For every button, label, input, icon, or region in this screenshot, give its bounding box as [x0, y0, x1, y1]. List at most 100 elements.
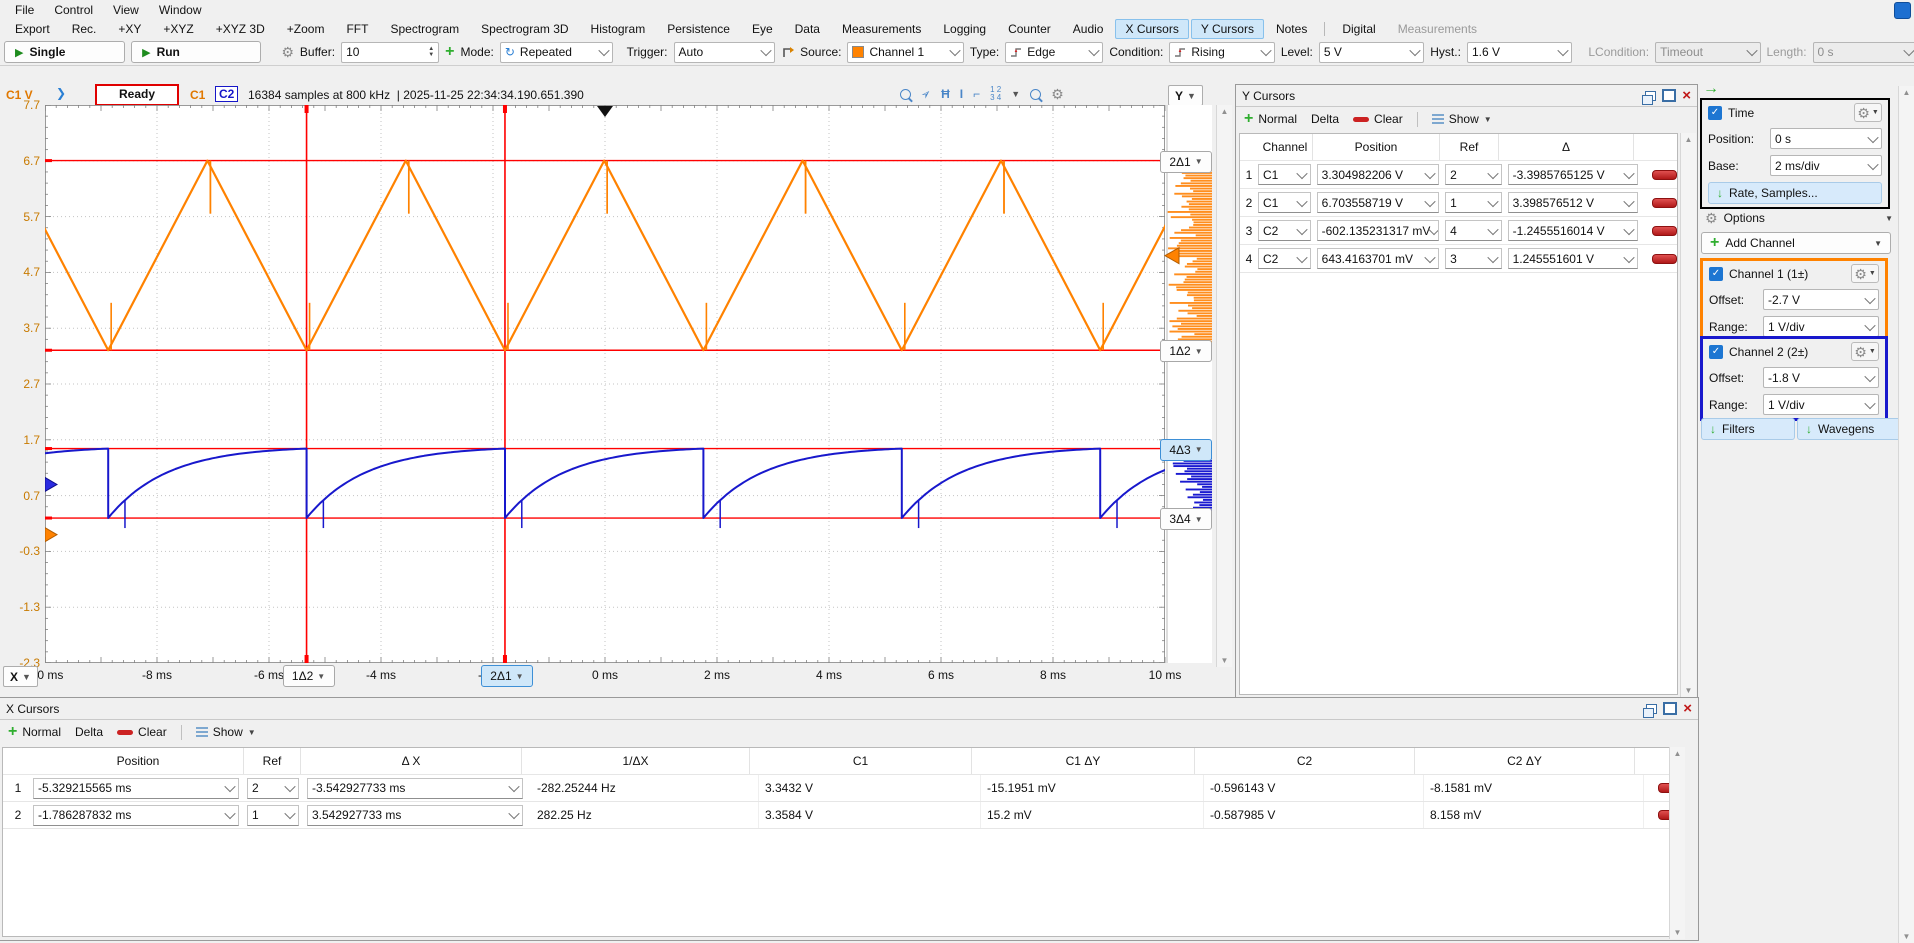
pointer-icon[interactable]: ➢: [918, 85, 935, 102]
run-button[interactable]: ▶ Run: [131, 41, 261, 63]
zoom-fit-icon[interactable]: [1030, 89, 1041, 100]
vertical-ruler-icon[interactable]: Ι: [960, 87, 963, 101]
add-channel-button[interactable]: +Add Channel▼: [1701, 232, 1891, 254]
x-show-menu[interactable]: Show▼: [196, 725, 256, 739]
tab-fft[interactable]: FFT: [336, 19, 378, 39]
y-channel-select[interactable]: C2: [1258, 220, 1311, 241]
tab-data[interactable]: Data: [785, 19, 830, 39]
plot-gear-icon[interactable]: ⚙: [1051, 88, 1064, 100]
menu-control[interactable]: Control: [45, 2, 102, 18]
y-delta-select[interactable]: -1.2455516014 V: [1508, 220, 1638, 241]
tab-export[interactable]: Export: [5, 19, 60, 39]
y-delta-select[interactable]: -3.3985765125 V: [1508, 164, 1638, 185]
y-ref-select[interactable]: 3: [1445, 248, 1502, 269]
y-table-scrollbar[interactable]: ▲▼: [1680, 133, 1696, 697]
time-position-select[interactable]: 0 s: [1770, 128, 1882, 149]
y-show-menu[interactable]: Show▼: [1432, 112, 1492, 126]
tab--xy[interactable]: +XY: [108, 19, 151, 39]
x-add-normal-button[interactable]: +Normal: [8, 725, 61, 739]
tab--xyz-3d[interactable]: +XYZ 3D: [206, 19, 275, 39]
chevron-down-icon[interactable]: ▼: [1011, 89, 1020, 99]
plot-vertical-scrollbar[interactable]: ▲▼: [1216, 105, 1232, 667]
hysteresis-select[interactable]: 1.6 V: [1467, 42, 1572, 63]
x-add-delta-button[interactable]: Delta: [75, 725, 103, 739]
y-delta-button-1Δ2[interactable]: 1Δ2▼: [1160, 340, 1212, 362]
source-select[interactable]: Channel 1: [847, 42, 963, 63]
y-channel-select[interactable]: C1: [1258, 164, 1311, 185]
y-position-select[interactable]: -602.135231317 mV: [1317, 220, 1439, 241]
y-position-select[interactable]: 643.4163701 mV: [1317, 248, 1439, 269]
filters-button[interactable]: ↓Filters: [1701, 418, 1795, 440]
maximize-panel-icon[interactable]: [1662, 89, 1676, 102]
channel1-offset-select[interactable]: -2.7 V: [1763, 289, 1879, 310]
time-gear-button[interactable]: ⚙▼: [1854, 103, 1882, 122]
x-table-scrollbar[interactable]: ▲▼: [1669, 747, 1685, 939]
float-panel-icon[interactable]: [1645, 91, 1656, 101]
remove-cursor-button[interactable]: [1652, 170, 1677, 180]
y-ref-select[interactable]: 2: [1445, 164, 1502, 185]
remove-cursor-button[interactable]: [1652, 198, 1677, 208]
y-channel-select[interactable]: C1: [1258, 192, 1311, 213]
horizontal-ruler-icon[interactable]: Ħ: [941, 87, 950, 101]
run-arrow-icon[interactable]: →: [1703, 80, 1719, 98]
condition-select[interactable]: Rising: [1169, 42, 1274, 63]
trigger-select[interactable]: Auto: [674, 42, 776, 63]
tab-persistence[interactable]: Persistence: [657, 19, 740, 39]
channel2-gear-button[interactable]: ⚙▼: [1851, 342, 1879, 361]
y-clear-button[interactable]: Clear: [1353, 112, 1403, 126]
tab-spectrogram-3d[interactable]: Spectrogram 3D: [471, 19, 578, 39]
y-add-normal-button[interactable]: +Normal: [1244, 112, 1297, 126]
channel2-range-select[interactable]: 1 V/div: [1763, 394, 1879, 415]
menu-window[interactable]: Window: [150, 2, 211, 18]
tab-eye[interactable]: Eye: [742, 19, 783, 39]
add-acquisition-icon[interactable]: +: [445, 47, 454, 57]
y-position-select[interactable]: 3.304982206 V: [1317, 164, 1439, 185]
x-ref-select[interactable]: 1: [247, 805, 299, 826]
x-deltax-select[interactable]: -3.542927733 ms: [307, 778, 523, 799]
x-position-select[interactable]: -1.786287832 ms: [33, 805, 239, 826]
expand-icon[interactable]: ❯: [56, 86, 66, 100]
channel2-offset-select[interactable]: -1.8 V: [1763, 367, 1879, 388]
tab-measurements[interactable]: Measurements: [832, 19, 931, 39]
channel1-range-select[interactable]: 1 V/div: [1763, 316, 1879, 337]
tab-histogram[interactable]: Histogram: [581, 19, 656, 39]
y-delta-button-4Δ3[interactable]: 4Δ3▼: [1160, 439, 1212, 461]
tab-spectrogram[interactable]: Spectrogram: [380, 19, 469, 39]
channel2-checkbox[interactable]: ✓: [1709, 345, 1723, 359]
remove-cursor-button[interactable]: [1652, 226, 1677, 236]
time-checkbox[interactable]: ✓: [1708, 106, 1722, 120]
y-delta-select[interactable]: 3.398576512 V: [1508, 192, 1638, 213]
mode-select[interactable]: ↻ Repeated: [500, 42, 613, 63]
y-position-select[interactable]: 6.703558719 V: [1317, 192, 1439, 213]
tab-audio[interactable]: Audio: [1063, 19, 1114, 39]
x-axis-button[interactable]: X▼: [3, 666, 38, 687]
tab-measurements[interactable]: Measurements: [1388, 19, 1487, 39]
maximize-panel-icon[interactable]: [1663, 702, 1677, 715]
y-delta-button-3Δ4[interactable]: 3Δ4▼: [1160, 508, 1212, 530]
buffer-spin-arrows[interactable]: ▲▼: [428, 46, 434, 58]
x-position-select[interactable]: -5.329215565 ms: [33, 778, 239, 799]
tab--xyz[interactable]: +XYZ: [153, 19, 203, 39]
x-clear-button[interactable]: Clear: [117, 725, 167, 739]
tab-x-cursors[interactable]: X Cursors: [1115, 19, 1188, 39]
y-add-delta-button[interactable]: Delta: [1311, 112, 1339, 126]
tab--zoom[interactable]: +Zoom: [277, 19, 335, 39]
remove-cursor-button[interactable]: [1652, 254, 1677, 264]
y-delta-select[interactable]: 1.245551601 V: [1508, 248, 1638, 269]
level-select[interactable]: 5 V: [1319, 42, 1424, 63]
channel2-chip[interactable]: C2: [215, 86, 238, 102]
tab-logging[interactable]: Logging: [933, 19, 996, 39]
time-base-select[interactable]: 2 ms/div: [1770, 155, 1882, 176]
single-button[interactable]: ▶ Single: [4, 41, 125, 63]
tab-y-cursors[interactable]: Y Cursors: [1191, 19, 1264, 39]
buffer-gear-icon[interactable]: ⚙: [281, 46, 294, 58]
wavegens-button[interactable]: ↓Wavegens: [1797, 418, 1903, 440]
menu-view[interactable]: View: [104, 2, 148, 18]
scope-plot[interactable]: [45, 105, 1212, 663]
tab-counter[interactable]: Counter: [998, 19, 1061, 39]
channel1-checkbox[interactable]: ✓: [1709, 267, 1723, 281]
close-panel-icon[interactable]: ×: [1683, 703, 1692, 715]
y-channel-select[interactable]: C2: [1258, 248, 1311, 269]
y-axis-button[interactable]: Y▼: [1168, 85, 1203, 106]
cursor-list-icon[interactable]: 1 23 4: [990, 86, 1001, 102]
